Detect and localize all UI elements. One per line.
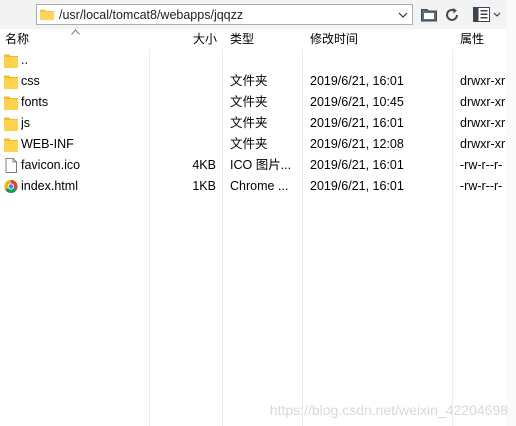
sort-ascending-icon xyxy=(71,29,80,35)
file-type: 文件夹 xyxy=(230,74,268,88)
chevron-down-icon xyxy=(398,12,408,18)
folder-icon xyxy=(4,54,18,68)
file-name: css xyxy=(21,74,40,88)
folder-icon xyxy=(4,138,18,152)
folder-icon xyxy=(40,9,54,20)
new-folder-button[interactable] xyxy=(420,5,438,24)
file-row[interactable]: favicon.ico 4KB ICO 图片... 2019/6/21, 16:… xyxy=(0,155,516,176)
folder-icon xyxy=(4,96,18,110)
column-header-type[interactable]: 类型 xyxy=(230,29,254,49)
path-text: /usr/local/tomcat8/webapps/jqqzz xyxy=(59,8,244,22)
file-modified: 2019/6/21, 16:01 xyxy=(310,74,404,88)
file-modified: 2019/6/21, 16:01 xyxy=(310,158,404,172)
right-edge-panel xyxy=(506,0,516,426)
path-input[interactable]: /usr/local/tomcat8/webapps/jqqzz xyxy=(36,4,413,25)
file-name: js xyxy=(21,116,31,130)
file-row[interactable]: js 文件夹 2019/6/21, 16:01 drwxr-xr xyxy=(0,113,516,134)
chevron-down-icon xyxy=(493,12,501,17)
file-attributes: drwxr-xr xyxy=(460,74,506,88)
column-header-row: 名称 大小 类型 修改时间 属性 xyxy=(0,29,516,49)
file-attributes: -rw-r--r- xyxy=(460,179,503,193)
toolbar: /usr/local/tomcat8/webapps/jqqzz xyxy=(0,0,516,30)
file-size xyxy=(150,92,216,113)
file-row[interactable]: css 文件夹 2019/6/21, 16:01 drwxr-xr xyxy=(0,71,516,92)
file-name: favicon.ico xyxy=(21,158,81,172)
file-modified: 2019/6/21, 16:01 xyxy=(310,116,404,130)
chrome-icon xyxy=(4,180,18,194)
file-size: 4KB xyxy=(192,158,216,172)
folder-icon xyxy=(4,117,18,131)
column-header-name[interactable]: 名称 xyxy=(5,29,29,49)
file-type: 文件夹 xyxy=(230,137,268,151)
file-type: Chrome ... xyxy=(230,179,289,193)
file-attributes xyxy=(460,50,506,71)
file-attributes: drwxr-xr xyxy=(460,137,506,151)
view-list-icon xyxy=(473,7,490,22)
file-row[interactable]: .. xyxy=(0,50,516,71)
file-modified: 2019/6/21, 16:01 xyxy=(310,179,404,193)
file-row[interactable]: index.html 1KB Chrome ... 2019/6/21, 16:… xyxy=(0,176,516,197)
file-size xyxy=(150,113,216,134)
file-modified xyxy=(310,50,450,71)
file-row[interactable]: WEB-INF 文件夹 2019/6/21, 12:08 drwxr-xr xyxy=(0,134,516,155)
file-attributes: -rw-r--r- xyxy=(460,158,503,172)
refresh-button[interactable] xyxy=(443,5,461,24)
file-size xyxy=(150,71,216,92)
refresh-icon xyxy=(446,7,458,21)
file-type: 文件夹 xyxy=(230,116,268,130)
file-type: ICO 图片... xyxy=(230,158,292,172)
file-name: WEB-INF xyxy=(21,137,74,151)
view-options-button[interactable] xyxy=(472,5,502,24)
file-type: 文件夹 xyxy=(230,95,268,109)
column-header-modified[interactable]: 修改时间 xyxy=(310,29,358,49)
file-size: 1KB xyxy=(192,179,216,193)
file-attributes: drwxr-xr xyxy=(460,116,506,130)
file-browser-window: /usr/local/tomcat8/webapps/jqqzz 名称 大小 类… xyxy=(0,0,516,426)
file-modified: 2019/6/21, 12:08 xyxy=(310,137,404,151)
folder-open-icon xyxy=(420,8,437,21)
folder-icon xyxy=(4,75,18,89)
watermark-text: https://blog.csdn.net/weixin_42204698 xyxy=(269,402,508,418)
file-name: .. xyxy=(21,53,28,67)
file-row[interactable]: fonts 文件夹 2019/6/21, 10:45 drwxr-xr xyxy=(0,92,516,113)
file-size xyxy=(150,134,216,155)
file-size xyxy=(150,50,216,71)
file-modified: 2019/6/21, 10:45 xyxy=(310,95,404,109)
file-type xyxy=(230,50,300,71)
column-header-attributes[interactable]: 属性 xyxy=(460,29,484,49)
column-header-size[interactable]: 大小 xyxy=(193,29,217,49)
file-name: index.html xyxy=(21,179,78,193)
file-name: fonts xyxy=(21,95,49,109)
file-attributes: drwxr-xr xyxy=(460,95,506,109)
file-icon xyxy=(5,158,17,173)
path-dropdown-button[interactable] xyxy=(394,5,412,24)
